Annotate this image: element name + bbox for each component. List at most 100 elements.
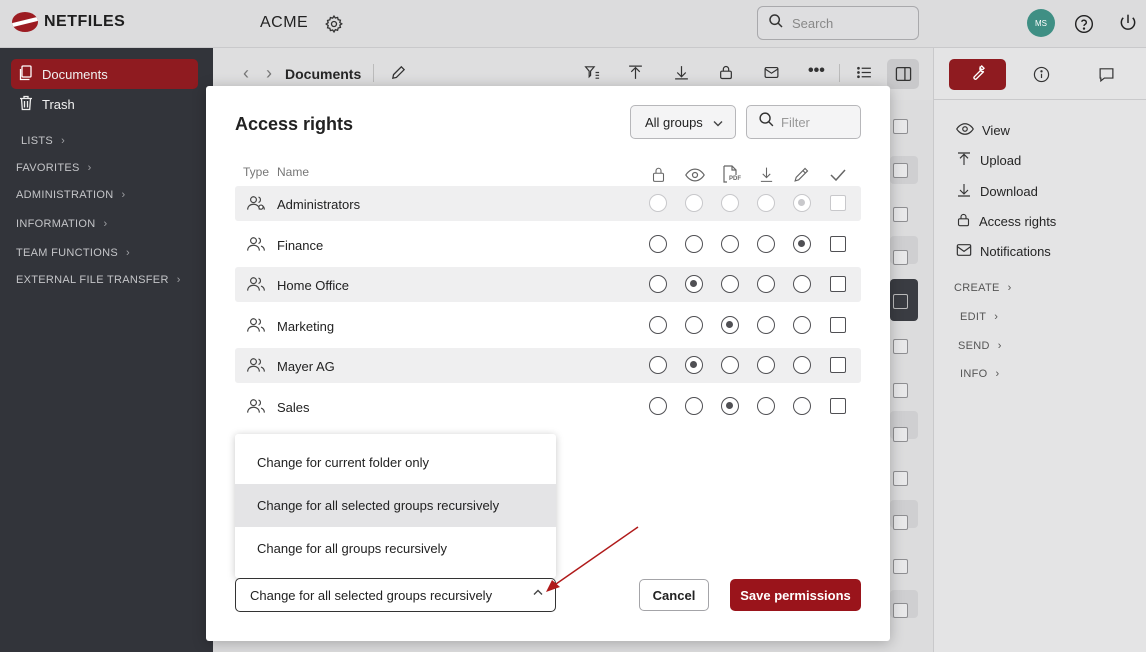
- scope-option-all-groups-recursive[interactable]: Change for all groups recursively: [235, 527, 556, 570]
- action-access-rights[interactable]: Access rights: [956, 212, 1056, 231]
- action-label: Upload: [980, 153, 1022, 168]
- row-checkbox[interactable]: [893, 603, 908, 618]
- gear-icon[interactable]: [324, 14, 344, 39]
- permission-radio[interactable]: [721, 316, 739, 334]
- permission-radio[interactable]: [793, 235, 811, 253]
- group-row[interactable]: Finance: [235, 227, 861, 262]
- action-download[interactable]: Download: [956, 182, 1038, 201]
- group-row[interactable]: Marketing: [235, 308, 861, 343]
- sidebar-section-external-file-transfer[interactable]: EXTERNAL FILE TRANSFER ›: [16, 274, 181, 286]
- scope-option-current-folder[interactable]: Change for current folder only: [235, 441, 556, 484]
- permission-checkbox[interactable]: [830, 398, 846, 414]
- info-icon[interactable]: [1033, 66, 1050, 88]
- scope-select[interactable]: Change for all selected groups recursive…: [235, 578, 556, 612]
- row-checkbox[interactable]: [893, 119, 908, 134]
- comment-icon[interactable]: [1098, 66, 1115, 88]
- search-input[interactable]: [792, 15, 902, 31]
- sidebar-item-documents[interactable]: Documents: [11, 59, 198, 89]
- panel-section-send[interactable]: SEND ›: [958, 340, 1002, 352]
- action-upload[interactable]: Upload: [956, 151, 1021, 170]
- permission-radio[interactable]: [793, 356, 811, 374]
- sidebar-section-favorites[interactable]: FAVORITES ›: [16, 162, 92, 174]
- tab-actions[interactable]: [949, 59, 1006, 90]
- mail-icon[interactable]: [763, 64, 780, 86]
- group-row[interactable]: Administrators: [235, 186, 861, 221]
- power-icon[interactable]: [1118, 13, 1138, 38]
- permission-radio[interactable]: [757, 397, 775, 415]
- avatar[interactable]: MS: [1027, 9, 1055, 37]
- filter-sort-icon[interactable]: [583, 64, 601, 86]
- permission-radio[interactable]: [685, 356, 703, 374]
- panel-section-create[interactable]: CREATE ›: [954, 282, 1012, 294]
- sidebar-section-information[interactable]: INFORMATION ›: [16, 218, 107, 230]
- forward-icon[interactable]: ›: [266, 63, 272, 84]
- sidebar-section-lists[interactable]: LISTS ›: [21, 135, 65, 147]
- filter-input[interactable]: [781, 114, 856, 130]
- action-view[interactable]: View: [956, 122, 1010, 139]
- permission-radio[interactable]: [685, 316, 703, 334]
- permission-radio[interactable]: [793, 316, 811, 334]
- row-checkbox[interactable]: [893, 339, 908, 354]
- permission-radio[interactable]: [757, 275, 775, 293]
- permission-radio[interactable]: [757, 316, 775, 334]
- permission-radio[interactable]: [649, 275, 667, 293]
- permission-checkbox[interactable]: [830, 357, 846, 373]
- permission-radio[interactable]: [793, 397, 811, 415]
- section-label: EXTERNAL FILE TRANSFER: [16, 274, 169, 286]
- search-box[interactable]: [757, 6, 919, 40]
- row-checkbox[interactable]: [893, 515, 908, 530]
- row-checkbox[interactable]: [893, 471, 908, 486]
- row-checkbox[interactable]: [893, 250, 908, 265]
- back-icon[interactable]: ‹: [243, 63, 249, 84]
- scope-option-selected-groups-recursive[interactable]: Change for all selected groups recursive…: [235, 484, 556, 527]
- row-checkbox[interactable]: [893, 163, 908, 178]
- permission-radio[interactable]: [649, 356, 667, 374]
- panel-toggle-button[interactable]: [887, 59, 919, 89]
- group-filter-select[interactable]: All groups: [630, 105, 736, 139]
- sidebar-section-administration[interactable]: ADMINISTRATION ›: [16, 189, 125, 201]
- row-checkbox-checked[interactable]: [893, 294, 908, 309]
- cancel-button[interactable]: Cancel: [639, 579, 709, 611]
- permission-radio[interactable]: [649, 397, 667, 415]
- sidebar-item-trash[interactable]: Trash: [11, 89, 198, 119]
- netfiles-logo[interactable]: NETFILES: [12, 12, 125, 32]
- list-view-icon[interactable]: [856, 64, 873, 86]
- group-row[interactable]: Home Office: [235, 267, 861, 302]
- lock-icon[interactable]: [718, 64, 734, 86]
- row-checkbox[interactable]: [893, 427, 908, 442]
- save-permissions-button[interactable]: Save permissions: [730, 579, 861, 611]
- download-icon[interactable]: [673, 64, 690, 86]
- group-row[interactable]: Sales: [235, 389, 861, 424]
- search-icon: [758, 111, 775, 133]
- permission-radio[interactable]: [793, 275, 811, 293]
- permission-radio[interactable]: [721, 356, 739, 374]
- upload-icon[interactable]: [627, 64, 644, 86]
- permission-radio[interactable]: [757, 356, 775, 374]
- sidebar-section-team-functions[interactable]: TEAM FUNCTIONS ›: [16, 247, 130, 259]
- permission-checkbox[interactable]: [830, 276, 846, 292]
- row-checkbox[interactable]: [893, 559, 908, 574]
- permission-radio[interactable]: [649, 316, 667, 334]
- permission-radio[interactable]: [757, 235, 775, 253]
- permission-radio[interactable]: [685, 397, 703, 415]
- more-icon[interactable]: •••: [808, 62, 825, 80]
- help-icon[interactable]: [1074, 14, 1094, 39]
- permission-checkbox[interactable]: [830, 236, 846, 252]
- filter-box[interactable]: [746, 105, 861, 139]
- permission-radio[interactable]: [721, 275, 739, 293]
- rename-icon[interactable]: [390, 64, 407, 86]
- row-checkbox[interactable]: [893, 207, 908, 222]
- permission-radio[interactable]: [721, 235, 739, 253]
- permission-radio[interactable]: [721, 397, 739, 415]
- dialog-title: Access rights: [235, 114, 354, 134]
- row-checkbox[interactable]: [893, 383, 908, 398]
- permission-radio[interactable]: [649, 235, 667, 253]
- permission-checkbox[interactable]: [830, 317, 846, 333]
- action-notifications[interactable]: Notifications: [956, 243, 1051, 260]
- group-row[interactable]: Mayer AG: [235, 348, 861, 383]
- permission-radio[interactable]: [685, 275, 703, 293]
- panel-section-edit[interactable]: EDIT ›: [960, 311, 998, 323]
- panel-section-info[interactable]: INFO ›: [960, 368, 999, 380]
- pdf-label: PDF: [729, 176, 741, 182]
- permission-radio[interactable]: [685, 235, 703, 253]
